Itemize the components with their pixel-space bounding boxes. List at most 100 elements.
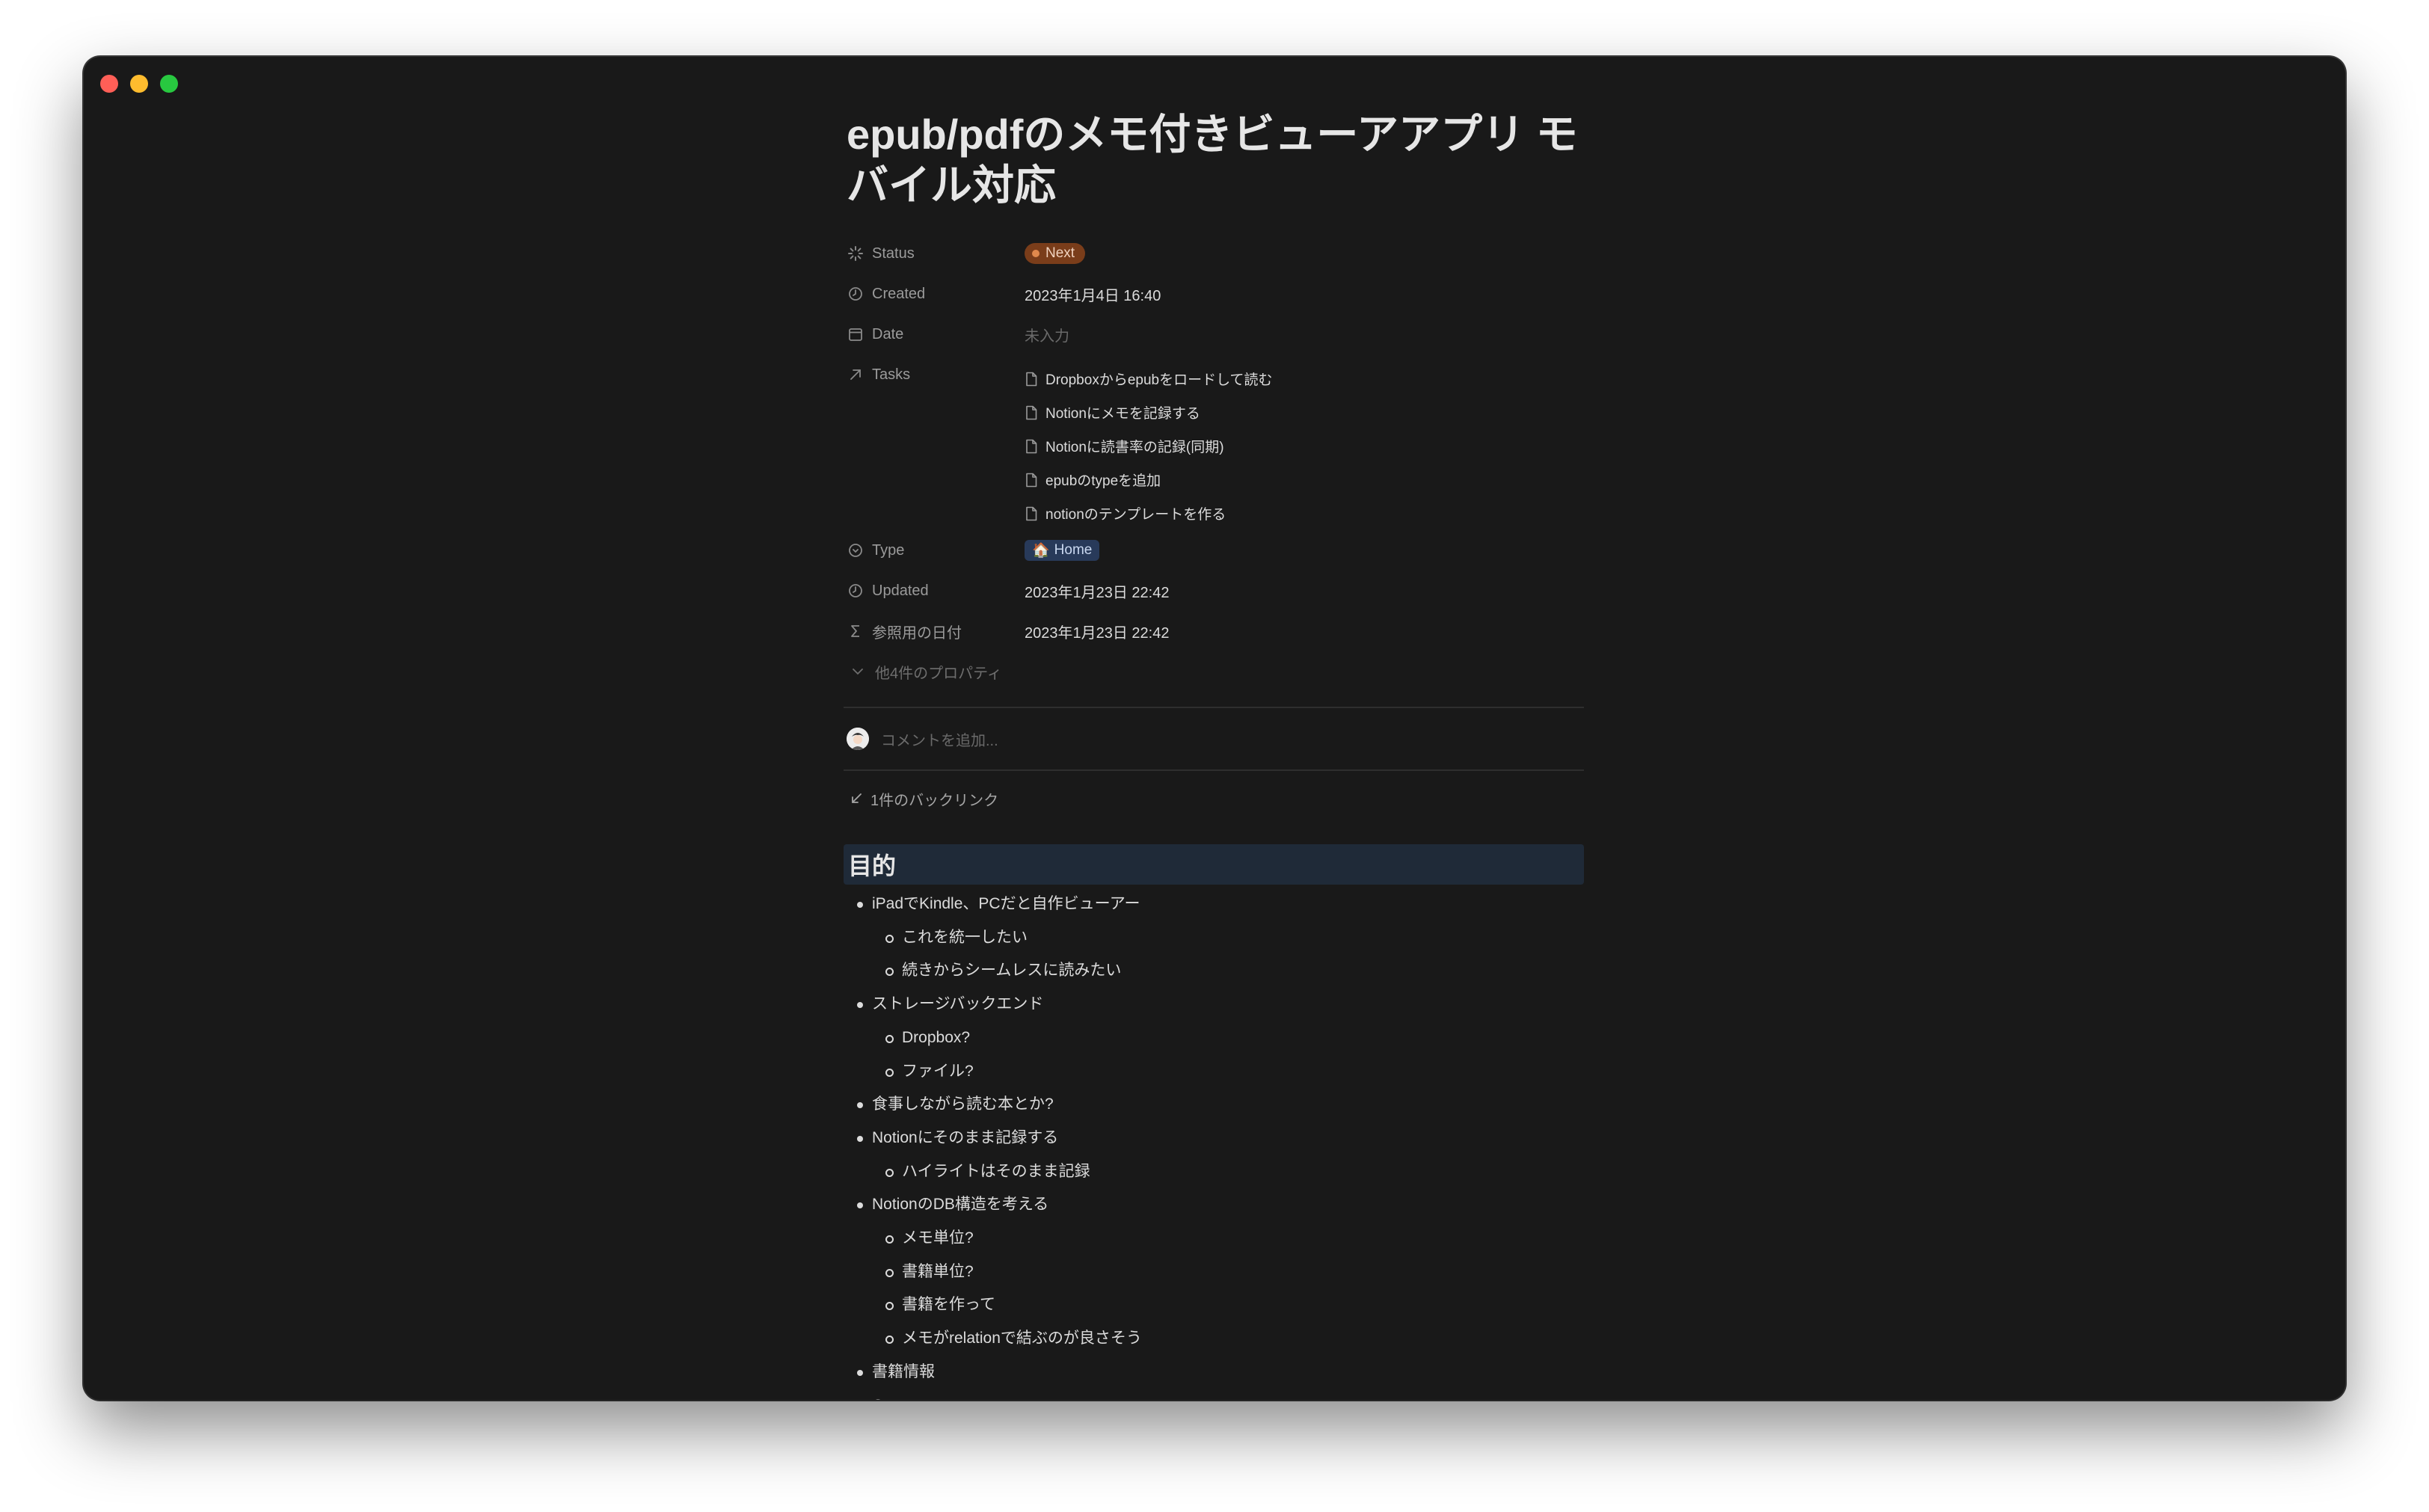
clock-icon (849, 584, 862, 597)
property-label-text: 参照用の日付 (872, 624, 962, 642)
divider (844, 769, 1584, 771)
task-link-label: Dropboxからepubをロードして読む (1045, 372, 1273, 388)
list-item-text: Creator (872, 1397, 924, 1400)
bullet-list: iPadでKindle、PCだと自作ビューアーこれを統一したい 続きからシームレス… (844, 888, 1584, 1400)
backlinks-toggle[interactable]: 1件のバックリンク (844, 775, 1584, 822)
list-item[interactable]: Notionにそのまま記録するハイライトはそのまま記録 (857, 1122, 1584, 1188)
property-value-created[interactable]: 2023年1月4日 16:40 (1025, 274, 1584, 314)
property-tasks: Tasks Dropboxからepubをロードして読む Notionにメモを記録す… (844, 354, 1584, 530)
list-item[interactable]: Creator (857, 1389, 1584, 1400)
property-value-date[interactable]: 未入力 (1025, 314, 1584, 354)
task-link-label: epubのtypeを追加 (1045, 473, 1161, 489)
property-label-created[interactable]: Created (844, 274, 1025, 314)
relation-arrow-icon (850, 369, 861, 380)
property-label-updated[interactable]: Updated (844, 571, 1025, 611)
app-window: epub/pdfのメモ付きビューアアプリ モバイル対応 Status Next … (84, 57, 2345, 1400)
property-value-ref-date[interactable]: 2023年1月23日 22:42 (1025, 611, 1584, 651)
section-heading[interactable]: 目的 (844, 844, 1584, 885)
task-link-label: Notionにメモを記録する (1045, 406, 1200, 422)
property-label-status[interactable]: Status (844, 233, 1025, 274)
task-link[interactable]: Notionに読書率の記録(同期) (1025, 429, 1273, 463)
comment-input-row[interactable]: コメントを追加... (844, 708, 1584, 769)
close-window-button[interactable] (100, 75, 118, 93)
list-item-text: Notionにそのまま記録する (872, 1128, 1059, 1146)
more-properties-label: 他4件のプロパティ (875, 665, 1002, 682)
property-label-text: Created (872, 285, 926, 302)
property-label-date[interactable]: Date (844, 314, 1025, 354)
property-label-text: Type (872, 541, 905, 559)
task-link-label: notionのテンプレートを作る (1045, 507, 1226, 523)
list-item-text: NotionのDB構造を考える (872, 1196, 1049, 1214)
task-link[interactable]: epubのtypeを追加 (1025, 463, 1273, 497)
list-item[interactable]: 書籍情報 (857, 1356, 1584, 1389)
property-value-updated[interactable]: 2023年1月23日 22:42 (1025, 571, 1584, 611)
sub-bullet-list: メモ単位? 書籍単位? 書籍を作って メモがrelationで結ぶのが良さそう (872, 1222, 1584, 1356)
maximize-window-button[interactable] (160, 75, 178, 93)
comment-placeholder[interactable]: コメントを追加... (881, 728, 998, 750)
list-item[interactable]: 食事しながら読む本とか? (857, 1088, 1584, 1122)
page-icon (1026, 439, 1037, 453)
notion-page: epub/pdfのメモ付きビューアアプリ モバイル対応 Status Next … (844, 109, 1584, 1400)
sub-list-item[interactable]: 書籍単位? (885, 1256, 1584, 1289)
backlink-arrow-icon (852, 793, 862, 803)
list-item-text: 書籍情報 (872, 1362, 935, 1380)
sub-list-item[interactable]: 書籍を作って (885, 1288, 1584, 1322)
avatar (847, 728, 869, 750)
status-badge-label: Next (1045, 245, 1075, 261)
property-value-type[interactable]: 🏠 Home (1025, 530, 1584, 571)
property-label-text: Tasks (872, 366, 911, 383)
sub-list-item[interactable]: 続きからシームレスに読みたい (885, 954, 1584, 988)
page-title[interactable]: epub/pdfのメモ付きビューアアプリ モバイル対応 (844, 109, 1584, 211)
list-item[interactable]: NotionのDB構造を考えるメモ単位? 書籍単位? 書籍を作って メモがrelati… (857, 1188, 1584, 1356)
property-type: Type 🏠 Home (844, 530, 1584, 571)
type-badge[interactable]: 🏠 Home (1025, 540, 1100, 561)
formula-sigma-icon (851, 625, 859, 637)
properties-panel: Status Next Created 2023年1月4日 16:40 Date… (844, 233, 1584, 692)
list-item[interactable]: ストレージバックエンド Dropbox? ファイル? (857, 988, 1584, 1088)
property-status: Status Next (844, 233, 1584, 274)
property-label-text: Updated (872, 582, 929, 599)
list-item-text: iPadでKindle、PCだと自作ビューアー (872, 895, 1140, 912)
status-dot-icon (1032, 250, 1040, 257)
property-ref-date: 参照用の日付 2023年1月23日 22:42 (844, 611, 1584, 651)
page-icon (1026, 372, 1037, 386)
sub-list-item[interactable]: メモがrelationで結ぶのが良さそう (885, 1322, 1584, 1356)
sub-bullet-list: ハイライトはそのまま記録 (872, 1155, 1584, 1189)
task-link[interactable]: Notionにメモを記録する (1025, 396, 1273, 429)
minimize-window-button[interactable] (130, 75, 148, 93)
more-properties-toggle[interactable]: 他4件のプロパティ (844, 651, 1584, 692)
property-label-text: Date (872, 325, 904, 342)
task-link[interactable]: Dropboxからepubをロードして読む (1025, 362, 1273, 396)
sub-list-item[interactable]: メモ単位? (885, 1222, 1584, 1256)
select-icon (849, 544, 862, 557)
property-label-ref-date[interactable]: 参照用の日付 (844, 611, 1025, 651)
sub-bullet-list: これを統一したい 続きからシームレスに読みたい (872, 921, 1584, 988)
list-item-text: ストレージバックエンド (872, 995, 1044, 1013)
property-created: Created 2023年1月4日 16:40 (844, 274, 1584, 314)
property-value-tasks: Dropboxからepubをロードして読む Notionにメモを記録する Notio… (1025, 354, 1584, 530)
property-value-status[interactable]: Next (1025, 233, 1584, 274)
list-item-text: 食事しながら読む本とか? (872, 1095, 1054, 1113)
window-controls (100, 75, 178, 93)
property-updated: Updated 2023年1月23日 22:42 (844, 571, 1584, 611)
type-badge-label: Home (1054, 542, 1093, 558)
property-date: Date 未入力 (844, 314, 1584, 354)
property-label-tasks[interactable]: Tasks (844, 354, 1025, 395)
sub-list-item[interactable]: これを統一したい (885, 921, 1584, 955)
calendar-icon (849, 328, 862, 341)
property-label-text: Status (872, 245, 915, 262)
status-icon (848, 246, 863, 261)
sub-list-item[interactable]: ハイライトはそのまま記録 (885, 1155, 1584, 1189)
sub-list-item[interactable]: Dropbox? (885, 1021, 1584, 1055)
task-link[interactable]: notionのテンプレートを作る (1025, 497, 1273, 530)
clock-icon (849, 287, 862, 301)
page-icon (1026, 405, 1037, 420)
status-badge[interactable]: Next (1025, 243, 1086, 264)
chevron-down-icon (853, 669, 863, 675)
task-link-label: Notionに読書率の記録(同期) (1045, 440, 1224, 455)
task-list: Dropboxからepubをロードして読む Notionにメモを記録する Notio… (1025, 354, 1273, 530)
home-icon: 🏠 (1032, 543, 1050, 559)
sub-list-item[interactable]: ファイル? (885, 1055, 1584, 1089)
list-item[interactable]: iPadでKindle、PCだと自作ビューアーこれを統一したい 続きからシームレス… (857, 888, 1584, 988)
property-label-type[interactable]: Type (844, 530, 1025, 571)
